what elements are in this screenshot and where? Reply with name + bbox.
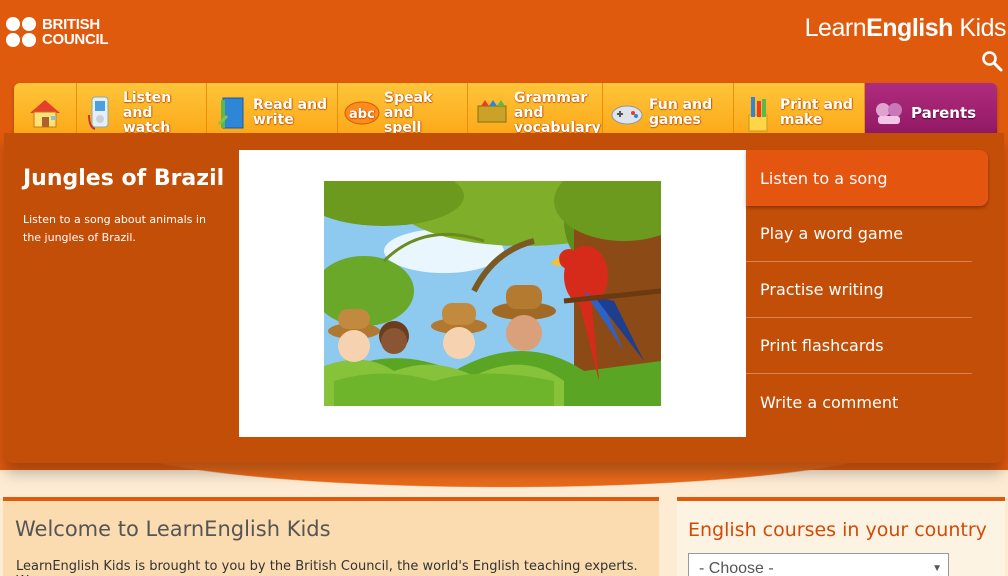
nav-label-speak: Speak and spell [384, 89, 433, 136]
pencils-icon [740, 93, 776, 133]
british-council-logo[interactable]: BRITISH COUNCIL [6, 16, 109, 48]
welcome-heading: Welcome to LearnEnglish Kids [15, 517, 331, 541]
country-select[interactable]: - Choose - ▼ [688, 553, 949, 576]
feature-title: Jungles of Brazil [23, 166, 225, 191]
menu-print-flashcards[interactable]: Print flashcards [746, 318, 972, 374]
nav-label-grammar: Grammar and vocabulary [514, 89, 601, 136]
menu-listen-to-a-song[interactable]: Listen to a song [746, 150, 988, 206]
svg-text:abc: abc [349, 107, 375, 122]
home-icon [30, 100, 60, 128]
abc-icon: abc [344, 93, 380, 133]
jungle-explorers-image[interactable] [324, 181, 661, 406]
grammar-icon [474, 93, 510, 133]
courses-heading: English courses in your country [688, 519, 987, 541]
nav-label-print: Print and make [780, 97, 853, 128]
search-icon[interactable] [981, 50, 1003, 72]
media-player-icon [83, 93, 119, 133]
activity-menu: Listen to a song Play a word game Practi… [746, 150, 988, 430]
parents-icon [871, 93, 907, 133]
logo-dots-icon [6, 17, 36, 47]
nav-label-listen: Listen and watch [123, 89, 172, 136]
brand-line2: COUNCIL [42, 31, 109, 48]
logo-word-english: English [866, 14, 953, 42]
menu-play-a-word-game[interactable]: Play a word game [746, 206, 972, 262]
learnenglish-kids-logo[interactable]: LearnEnglish Kids [804, 14, 1007, 43]
feature-description: Listen to a song about animals in the ju… [23, 213, 206, 244]
book-icon [213, 93, 249, 133]
country-select-value: - Choose - [699, 560, 774, 576]
brand-line1: BRITISH [42, 16, 100, 33]
logo-word-kids: Kids [952, 14, 1006, 42]
courses-section: English courses in your country - Choose… [677, 497, 1005, 576]
video-frame[interactable] [239, 150, 746, 437]
chevron-down-icon: ▼ [932, 563, 942, 574]
menu-write-a-comment[interactable]: Write a comment [746, 374, 972, 430]
nav-label-read: Read and write [253, 97, 328, 128]
game-controller-icon [609, 93, 645, 133]
logo-word-learn: Learn [804, 14, 867, 42]
welcome-text: LearnEnglish Kids is brought to you by t… [16, 559, 638, 576]
nav-label-fun: Fun and games [649, 97, 713, 128]
nav-label-parents: Parents [911, 103, 977, 122]
menu-practise-writing[interactable]: Practise writing [746, 262, 972, 318]
welcome-section: Welcome to LearnEnglish Kids LearnEnglis… [3, 497, 659, 576]
